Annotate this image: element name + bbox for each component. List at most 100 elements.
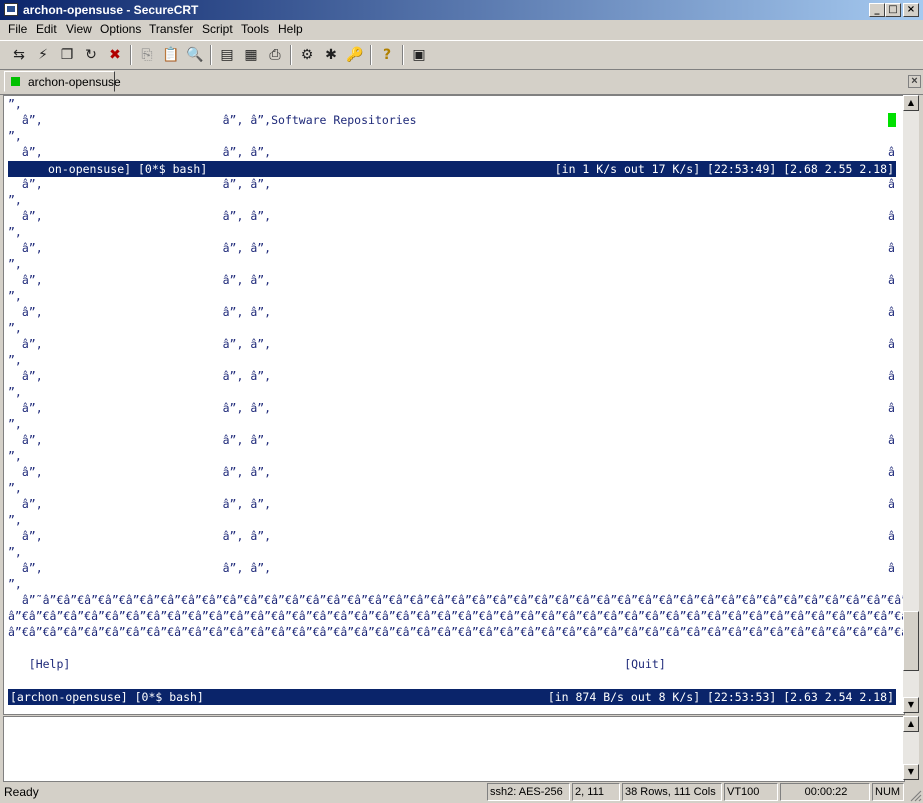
terminal-edge-glyph: â <box>888 273 895 287</box>
toolbar-separator <box>402 45 404 65</box>
terminal-scrollbar[interactable]: ▲ ▼ <box>903 95 919 713</box>
menu-options[interactable]: Options <box>100 22 141 36</box>
command-input-pane[interactable] <box>3 716 905 782</box>
terminal-cursor <box>888 113 896 127</box>
terminal-line: â”, â”, â”, <box>8 401 272 415</box>
reconnect-icon[interactable]: ↻ <box>82 46 100 64</box>
menu-bar: File Edit View Options Transfer Script T… <box>0 20 923 39</box>
close-window-button[interactable]: × <box>903 3 919 17</box>
terminal-line: ”, <box>8 449 22 463</box>
menu-transfer[interactable]: Transfer <box>149 22 193 36</box>
status-num-lock: NUM <box>872 783 904 801</box>
terminal-line: â”, â”, â”, <box>8 273 272 287</box>
terminal-line: ”, <box>8 193 22 207</box>
global-options-icon[interactable]: ✱ <box>322 46 340 64</box>
status-bar-session: [archon-opensuse] [0*$ bash] <box>10 690 204 704</box>
terminal-line: ”, <box>8 577 22 591</box>
terminal-line: â”, â”, â”, <box>8 241 272 255</box>
status-cursor-position: 2, 111 <box>572 783 620 801</box>
terminal-line: ”, <box>8 385 22 399</box>
menu-script[interactable]: Script <box>202 22 233 36</box>
terminal-line: â”, â”, â”, <box>8 177 272 191</box>
status-bar-session: on-opensuse] [0*$ bash] <box>48 162 208 176</box>
scroll-down-button[interactable]: ▼ <box>903 697 919 713</box>
terminal-edge-glyph: â <box>888 305 895 319</box>
scroll-down-button[interactable]: ▼ <box>903 764 919 780</box>
terminal-edge-glyph: â <box>888 369 895 383</box>
terminal-line: ”, <box>8 321 22 335</box>
terminal-line: ”, <box>8 513 22 527</box>
title-bar: archon-opensuse - SecureCRT _ □ × <box>0 0 923 20</box>
terminal-line: â”€â”€â”€â”€â”€â”€â”€â”€â”€â”€â”€â”€â”€â… <box>8 625 905 639</box>
session-tab-bar: archon-opensuse × <box>0 70 923 95</box>
terminal-line: [Help] [Quit] <box>8 657 666 671</box>
terminal-edge-glyph: â <box>888 497 895 511</box>
terminal-line: ”, <box>8 129 22 143</box>
terminal-line: â”, â”, â”, <box>8 497 272 511</box>
terminal-line: ”, <box>8 97 22 111</box>
find-icon[interactable]: 🔍 <box>186 46 204 64</box>
terminal-line: â”, â”, â”, <box>8 337 272 351</box>
menu-view[interactable]: View <box>66 22 92 36</box>
menu-help[interactable]: Help <box>278 22 303 36</box>
terminal-line: â”, â”, â”, <box>8 209 272 223</box>
terminal-line: â”, â”, â”, <box>8 369 272 383</box>
scroll-up-button[interactable]: ▲ <box>903 716 919 732</box>
scrollbar-thumb[interactable] <box>903 610 919 671</box>
terminal-line: â”, â”, â”, <box>8 529 272 543</box>
toolbar: ⇆ ⚡ ❐ ↻ ✖ ⎘ 📋 🔍 ▤ ▦ ⎙ ⚙ ✱ 🔑 ? ▣ <box>0 40 923 70</box>
terminal-line: ”, <box>8 225 22 239</box>
terminal-edge-glyph: â <box>888 177 895 191</box>
resize-grip-icon[interactable] <box>910 790 922 802</box>
maximize-button[interactable]: □ <box>885 3 901 17</box>
disconnect-icon[interactable]: ✖ <box>106 46 124 64</box>
help-icon[interactable]: ? <box>378 46 396 64</box>
status-text: Ready <box>4 785 39 799</box>
terminal-line: ”, <box>8 257 22 271</box>
status-bar-stats: [in 874 B/s out 8 K/s] [22:53:53] [2.63 … <box>547 690 894 704</box>
terminal-edge-glyph: â <box>888 401 895 415</box>
tmux-status-bar: [archon-opensuse] [0*$ bash] [in 874 B/s… <box>8 689 896 705</box>
terminal-line: ”, <box>8 545 22 559</box>
quick-connect-icon[interactable]: ⚡ <box>34 46 52 64</box>
tab-label: archon-opensuse <box>28 75 121 89</box>
terminal-line: â”, â”, â”, <box>8 465 272 479</box>
session-options-icon[interactable]: ⚙ <box>298 46 316 64</box>
connect-in-tab-icon[interactable]: ❐ <box>58 46 76 64</box>
terminal-line: ”, <box>8 289 22 303</box>
status-bar: Ready ssh2: AES-256 2, 111 38 Rows, 111 … <box>0 782 923 803</box>
terminal-line: ”, <box>8 481 22 495</box>
copy-icon[interactable]: ⎘ <box>138 46 156 64</box>
status-emulation: VT100 <box>724 783 778 801</box>
terminal-edge-glyph: â <box>888 145 895 159</box>
terminal-edge-glyph: â <box>888 209 895 223</box>
print-screen-icon[interactable]: ▤ <box>218 46 236 64</box>
tab-archon-opensuse[interactable]: archon-opensuse <box>4 71 121 92</box>
securecrt-app-icon[interactable] <box>4 3 18 16</box>
paste-icon[interactable]: 📋 <box>162 46 180 64</box>
terminal-line: â”, â”, â”, <box>8 145 272 159</box>
print-selection-icon[interactable]: ▦ <box>242 46 260 64</box>
status-elapsed-time: 00:00:22 <box>780 783 870 801</box>
scroll-up-button[interactable]: ▲ <box>903 95 919 111</box>
terminal-edge-glyph: â <box>888 529 895 543</box>
menu-file[interactable]: File <box>8 22 27 36</box>
connect-icon[interactable]: ⇆ <box>10 46 28 64</box>
terminal-line: â”, â”, â”, <box>8 305 272 319</box>
print-icon[interactable]: ⎙ <box>266 46 284 64</box>
terminal-view[interactable]: ”, â”, â”, â”,Software Repositories”, â”… <box>3 95 905 715</box>
menu-tools[interactable]: Tools <box>241 22 269 36</box>
terminal-edge-glyph: â <box>888 241 895 255</box>
log-icon[interactable]: ▣ <box>410 46 428 64</box>
terminal-edge-glyph: â <box>888 433 895 447</box>
input-scrollbar[interactable]: ▲ ▼ <box>903 716 919 780</box>
tmux-status-bar-overlay: on-opensuse] [0*$ bash] [in 1 K/s out 17… <box>8 161 896 177</box>
terminal-line: â”, â”, â”, <box>8 561 272 575</box>
toolbar-separator <box>370 45 372 65</box>
menu-edit[interactable]: Edit <box>36 22 57 36</box>
terminal-line: ”, <box>8 417 22 431</box>
keymap-icon[interactable]: 🔑 <box>346 46 364 64</box>
close-tab-button[interactable]: × <box>908 75 921 88</box>
minimize-button[interactable]: _ <box>869 3 885 17</box>
status-bar-stats: [in 1 K/s out 17 K/s] [22:53:49] [2.68 2… <box>554 162 894 176</box>
